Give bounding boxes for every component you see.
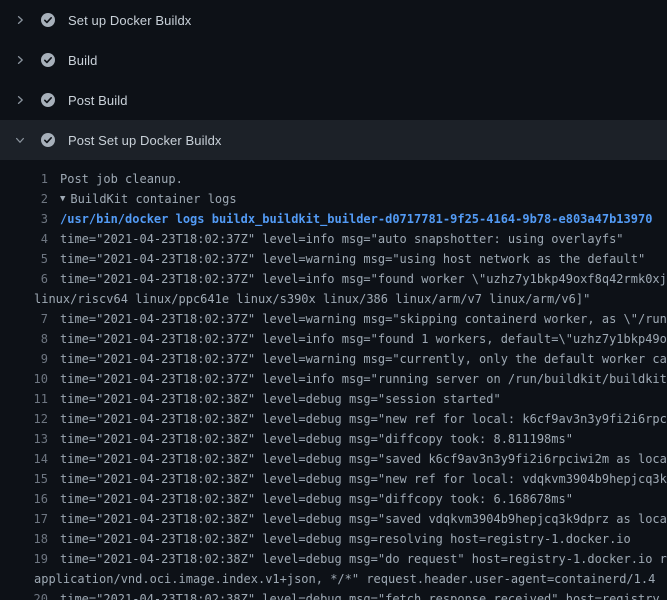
log-line-text: time="2021-04-23T18:02:38Z" level=debug … bbox=[48, 509, 667, 529]
log-group-caret-icon[interactable]: ▼ bbox=[48, 189, 65, 209]
step-label: Post Build bbox=[68, 93, 128, 108]
step-label: Set up Docker Buildx bbox=[68, 13, 191, 28]
log-line-text: time="2021-04-23T18:02:38Z" level=debug … bbox=[48, 429, 573, 449]
log-line: 10time="2021-04-23T18:02:37Z" level=info… bbox=[0, 369, 667, 389]
log-line-text: time="2021-04-23T18:02:37Z" level=info m… bbox=[48, 329, 667, 349]
step-label: Build bbox=[68, 53, 97, 68]
chevron-right-icon bbox=[12, 12, 28, 28]
log-line: 3/usr/bin/docker logs buildx_buildkit_bu… bbox=[0, 209, 667, 229]
actions-log-viewer: Set up Docker Buildx Build Post Build bbox=[0, 0, 667, 600]
log-line-number[interactable]: 19 bbox=[0, 549, 48, 569]
chevron-right-icon bbox=[12, 52, 28, 68]
log-line-number[interactable]: 18 bbox=[0, 529, 48, 549]
log-line-number[interactable]: 4 bbox=[0, 229, 48, 249]
log-line-number[interactable]: 5 bbox=[0, 249, 48, 269]
log-line-number[interactable]: 9 bbox=[0, 349, 48, 369]
log-line-number[interactable]: 20 bbox=[0, 589, 48, 600]
log-line-continuation: linux/riscv64 linux/ppc641e linux/s390x … bbox=[0, 289, 667, 309]
log-line-number[interactable]: 10 bbox=[0, 369, 48, 389]
log-line: 5time="2021-04-23T18:02:37Z" level=warni… bbox=[0, 249, 667, 269]
log-line-number[interactable]: 3 bbox=[0, 209, 48, 229]
log-line: 17time="2021-04-23T18:02:38Z" level=debu… bbox=[0, 509, 667, 529]
log-line-text: time="2021-04-23T18:02:37Z" level=info m… bbox=[48, 269, 667, 289]
log-line: 20time="2021-04-23T18:02:38Z" level=debu… bbox=[0, 589, 667, 600]
log-line-number[interactable]: 1 bbox=[0, 169, 48, 189]
log-line: 11time="2021-04-23T18:02:38Z" level=debu… bbox=[0, 389, 667, 409]
log-line-continuation: application/vnd.oci.image.index.v1+json,… bbox=[0, 569, 667, 589]
log-line-text: time="2021-04-23T18:02:37Z" level=warnin… bbox=[48, 249, 645, 269]
log-line-text: time="2021-04-23T18:02:37Z" level=warnin… bbox=[48, 349, 667, 369]
log-line-number[interactable]: 8 bbox=[0, 329, 48, 349]
step-post-setup-docker-buildx[interactable]: Post Set up Docker Buildx bbox=[0, 120, 667, 160]
log-line-number[interactable]: 7 bbox=[0, 309, 48, 329]
log-line-number[interactable]: 11 bbox=[0, 389, 48, 409]
log-lines: 1Post job cleanup.2▼BuildKit container l… bbox=[0, 160, 667, 600]
log-line-text: time="2021-04-23T18:02:37Z" level=warnin… bbox=[48, 309, 667, 329]
log-line: 13time="2021-04-23T18:02:38Z" level=debu… bbox=[0, 429, 667, 449]
step-setup-docker-buildx[interactable]: Set up Docker Buildx bbox=[0, 0, 667, 40]
log-line-text: time="2021-04-23T18:02:38Z" level=debug … bbox=[48, 469, 667, 489]
log-line-number[interactable]: 12 bbox=[0, 409, 48, 429]
log-line: 9time="2021-04-23T18:02:37Z" level=warni… bbox=[0, 349, 667, 369]
log-line-number[interactable]: 13 bbox=[0, 429, 48, 449]
log-line: 14time="2021-04-23T18:02:38Z" level=debu… bbox=[0, 449, 667, 469]
check-circle-icon bbox=[40, 52, 56, 68]
log-line: 15time="2021-04-23T18:02:38Z" level=debu… bbox=[0, 469, 667, 489]
log-line-text: time="2021-04-23T18:02:38Z" level=debug … bbox=[48, 529, 631, 549]
log-line-text: linux/riscv64 linux/ppc641e linux/s390x … bbox=[34, 289, 590, 309]
chevron-down-icon bbox=[12, 132, 28, 148]
check-circle-icon bbox=[40, 12, 56, 28]
log-line: 7time="2021-04-23T18:02:37Z" level=warni… bbox=[0, 309, 667, 329]
log-line-text: application/vnd.oci.image.index.v1+json,… bbox=[34, 569, 655, 589]
log-line-text: time="2021-04-23T18:02:38Z" level=debug … bbox=[48, 589, 660, 600]
log-line-text: time="2021-04-23T18:02:37Z" level=info m… bbox=[48, 229, 624, 249]
log-line: 1Post job cleanup. bbox=[0, 169, 667, 189]
log-line-number[interactable]: 16 bbox=[0, 489, 48, 509]
log-line: 6time="2021-04-23T18:02:37Z" level=info … bbox=[0, 269, 667, 289]
check-circle-icon bbox=[40, 132, 56, 148]
chevron-right-icon bbox=[12, 92, 28, 108]
log-line-text: time="2021-04-23T18:02:37Z" level=info m… bbox=[48, 369, 667, 389]
log-line-text: time="2021-04-23T18:02:38Z" level=debug … bbox=[48, 549, 667, 569]
log-line-number[interactable]: 2 bbox=[0, 189, 48, 209]
step-build[interactable]: Build bbox=[0, 40, 667, 80]
log-line-text: time="2021-04-23T18:02:38Z" level=debug … bbox=[48, 449, 667, 469]
log-line: 16time="2021-04-23T18:02:38Z" level=debu… bbox=[0, 489, 667, 509]
log-command-text: /usr/bin/docker logs buildx_buildkit_bui… bbox=[48, 209, 652, 229]
step-label: Post Set up Docker Buildx bbox=[68, 133, 222, 148]
log-line: 2▼BuildKit container logs bbox=[0, 189, 667, 209]
check-circle-icon bbox=[40, 92, 56, 108]
log-line-number[interactable]: 17 bbox=[0, 509, 48, 529]
log-line: 19time="2021-04-23T18:02:38Z" level=debu… bbox=[0, 549, 667, 569]
log-line-number[interactable]: 14 bbox=[0, 449, 48, 469]
log-line-text: BuildKit container logs bbox=[65, 189, 236, 209]
steps-list: Set up Docker Buildx Build Post Build bbox=[0, 0, 667, 160]
log-line-number[interactable]: 6 bbox=[0, 269, 48, 289]
step-post-build[interactable]: Post Build bbox=[0, 80, 667, 120]
log-line: 12time="2021-04-23T18:02:38Z" level=debu… bbox=[0, 409, 667, 429]
log-line: 8time="2021-04-23T18:02:37Z" level=info … bbox=[0, 329, 667, 349]
log-line: 4time="2021-04-23T18:02:37Z" level=info … bbox=[0, 229, 667, 249]
log-line-text: Post job cleanup. bbox=[48, 169, 183, 189]
log-line-text: time="2021-04-23T18:02:38Z" level=debug … bbox=[48, 389, 501, 409]
log-line-number[interactable]: 15 bbox=[0, 469, 48, 489]
log-line-text: time="2021-04-23T18:02:38Z" level=debug … bbox=[48, 409, 667, 429]
log-line: 18time="2021-04-23T18:02:38Z" level=debu… bbox=[0, 529, 667, 549]
log-line-text: time="2021-04-23T18:02:38Z" level=debug … bbox=[48, 489, 573, 509]
